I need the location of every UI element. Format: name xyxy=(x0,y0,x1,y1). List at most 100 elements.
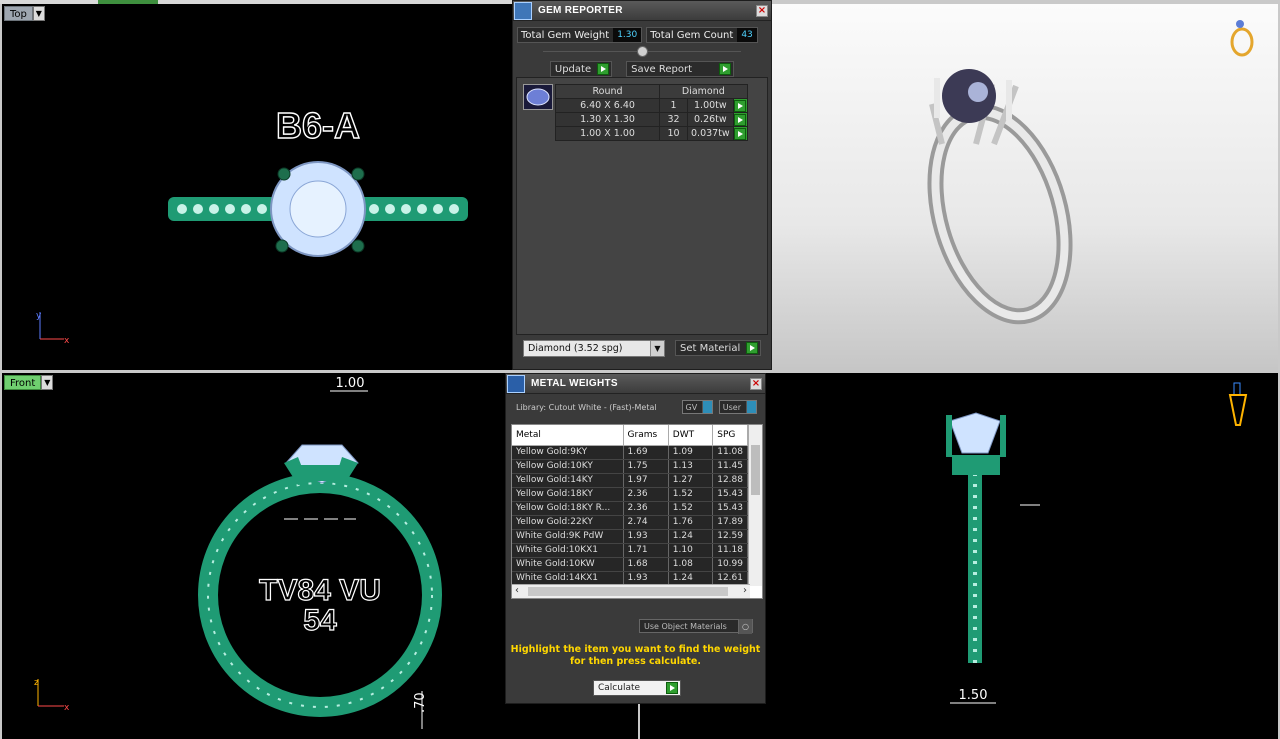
metal-row[interactable]: Yellow Gold:22KY 2.74 1.76 17.89 xyxy=(512,515,748,530)
metal-grams: 2.36 xyxy=(623,487,669,502)
metal-name: White Gold:9K PdW xyxy=(512,529,624,544)
gem-count: 32 xyxy=(659,112,688,127)
gem-reporter-title: GEM REPORTER xyxy=(538,5,623,16)
metal-grams: 1.97 xyxy=(623,473,669,488)
metal-name: Yellow Gold:14KY xyxy=(512,473,624,488)
metal-row[interactable]: Yellow Gold:10KY 1.75 1.13 11.45 xyxy=(512,459,748,474)
save-report-button-label: Save Report xyxy=(631,63,692,75)
collapse-knob-icon[interactable] xyxy=(637,46,648,57)
calculate-button[interactable]: Calculate xyxy=(593,680,681,696)
viewport-top[interactable]: Top ▼ B6-A y x xyxy=(2,4,512,370)
metal-row[interactable]: White Gold:14KX1 1.93 1.24 12.61 xyxy=(512,571,748,586)
gem-weight: 0.037tw xyxy=(687,126,734,141)
axis-z-label: z xyxy=(34,678,39,688)
gem-table: Round Diamond 6.40 X 6.40 1 1.00tw 1.30 … xyxy=(555,84,748,141)
gem-reporter-titlebar[interactable]: GEM REPORTER × xyxy=(513,1,771,21)
chevron-down-icon[interactable]: ▼ xyxy=(41,375,54,390)
total-gem-count-label: Total Gem Count xyxy=(650,29,734,41)
viewport-perspective[interactable] xyxy=(772,4,1278,370)
gem-size: 6.40 X 6.40 xyxy=(555,98,660,113)
metal-spg: 12.61 xyxy=(712,571,748,586)
metal-row[interactable]: Yellow Gold:9KY 1.69 1.09 11.08 xyxy=(512,445,748,460)
select-row-arrow-icon[interactable] xyxy=(732,112,748,127)
gv-toggle[interactable]: GV xyxy=(681,400,714,414)
play-arrow-icon xyxy=(597,63,610,75)
gem-list: Round Diamond 6.40 X 6.40 1 1.00tw 1.30 … xyxy=(516,77,768,335)
column-header-grams[interactable]: Grams xyxy=(623,425,669,446)
metal-spg: 15.43 xyxy=(712,487,748,502)
column-header-dwt[interactable]: DWT xyxy=(668,425,714,446)
gem-row[interactable]: 6.40 X 6.40 1 1.00tw xyxy=(555,98,748,113)
select-row-arrow-icon[interactable] xyxy=(732,126,748,141)
select-row-arrow-icon[interactable] xyxy=(732,98,748,113)
metal-grams: 1.68 xyxy=(623,557,669,572)
update-button[interactable]: Update xyxy=(549,61,613,77)
metal-table: Metal Grams DWT SPG Yellow Gold:9KY 1.69 1… xyxy=(512,425,748,598)
metal-dwt: 1.24 xyxy=(668,529,714,544)
gv-toggle-label: GV xyxy=(685,402,698,412)
metal-grams: 2.74 xyxy=(623,515,669,530)
viewport-front-label[interactable]: Front ▼ xyxy=(4,375,54,390)
use-object-materials-label: Use Object Materials xyxy=(644,621,727,631)
dim-side-label: .70 xyxy=(413,692,428,713)
total-gem-weight-field: Total Gem Weight 1.30 xyxy=(517,27,643,43)
metal-spg: 12.59 xyxy=(712,529,748,544)
use-object-materials-toggle[interactable]: Use Object Materials ○ xyxy=(639,618,753,634)
panel-divider xyxy=(543,46,741,61)
chevron-down-icon[interactable]: ▼ xyxy=(32,6,45,21)
metal-row[interactable]: Yellow Gold:18KY R... 2.36 1.52 15.43 xyxy=(512,501,748,516)
metal-row[interactable]: White Gold:9K PdW 1.93 1.24 12.59 xyxy=(512,529,748,544)
front-engraving-line2: 54 xyxy=(303,604,337,637)
close-icon[interactable]: × xyxy=(750,377,762,390)
metal-dwt: 1.10 xyxy=(668,543,714,558)
scroll-right-icon[interactable]: › xyxy=(743,585,747,598)
dim-top-label: 1.00 xyxy=(336,376,365,391)
metal-dwt: 1.13 xyxy=(668,459,714,474)
gem-weight: 0.26tw xyxy=(687,112,734,127)
metal-grams: 1.75 xyxy=(623,459,669,474)
metal-weights-titlebar[interactable]: METAL WEIGHTS × xyxy=(506,374,765,394)
gem-header-shape: Round xyxy=(555,84,660,99)
play-arrow-icon xyxy=(666,682,678,694)
play-arrow-icon xyxy=(746,342,759,354)
metal-dwt: 1.52 xyxy=(668,487,714,502)
library-label: Library: Cutout White - (Fast)-Metal xyxy=(516,402,657,412)
column-header-metal[interactable]: Metal xyxy=(512,425,624,446)
metal-table-container[interactable]: Metal Grams DWT SPG Yellow Gold:9KY 1.69 1… xyxy=(511,424,763,599)
metal-weights-logo-icon xyxy=(507,374,525,393)
metal-row[interactable]: White Gold:10KX1 1.71 1.10 11.18 xyxy=(512,543,748,558)
metal-name: Yellow Gold:18KY R... xyxy=(512,501,624,516)
gem-reporter-logo-icon xyxy=(514,1,532,20)
viewport-top-label[interactable]: Top ▼ xyxy=(4,6,45,21)
scrollbar-thumb[interactable] xyxy=(528,587,728,596)
total-gem-count-field: Total Gem Count 43 xyxy=(646,27,758,43)
axis-y-label: y xyxy=(36,311,42,321)
horizontal-scrollbar[interactable]: ‹ › xyxy=(512,584,750,598)
metal-row[interactable]: Yellow Gold:18KY 2.36 1.52 15.43 xyxy=(512,487,748,502)
gold-ring-icon[interactable] xyxy=(1230,20,1254,57)
gem-row[interactable]: 1.00 X 1.00 10 0.037tw xyxy=(555,126,748,141)
metal-spg: 10.99 xyxy=(712,557,748,572)
column-header-spg[interactable]: SPG xyxy=(712,425,748,446)
viewport-front-name: Front xyxy=(4,375,42,390)
gem-size: 1.00 X 1.00 xyxy=(555,126,660,141)
metal-row[interactable]: White Gold:10KW 1.68 1.08 10.99 xyxy=(512,557,748,572)
calculate-button-label: Calculate xyxy=(598,683,641,693)
set-material-button[interactable]: Set Material xyxy=(675,340,762,356)
vertical-scrollbar[interactable] xyxy=(748,425,762,586)
scroll-left-icon[interactable]: ‹ xyxy=(515,585,519,598)
material-select[interactable]: Diamond (3.52 spg) ▼ xyxy=(523,340,665,357)
gem-row[interactable]: 1.30 X 1.30 32 0.26tw xyxy=(555,112,748,127)
scrollbar-thumb[interactable] xyxy=(751,445,760,495)
top-engraving-text: B6-A xyxy=(276,105,360,146)
close-icon[interactable]: × xyxy=(756,4,768,17)
user-toggle[interactable]: User xyxy=(718,400,757,414)
save-report-button[interactable]: Save Report xyxy=(626,61,735,77)
ring-top-view: B6-A y x xyxy=(36,104,468,346)
gem-weight: 1.00tw xyxy=(687,98,734,113)
chevron-down-icon: ▼ xyxy=(650,341,664,356)
metal-row[interactable]: Yellow Gold:14KY 1.97 1.27 12.88 xyxy=(512,473,748,488)
metal-name: Yellow Gold:22KY xyxy=(512,515,624,530)
ring-profile-icon[interactable] xyxy=(1228,382,1248,426)
metal-spg: 11.18 xyxy=(712,543,748,558)
